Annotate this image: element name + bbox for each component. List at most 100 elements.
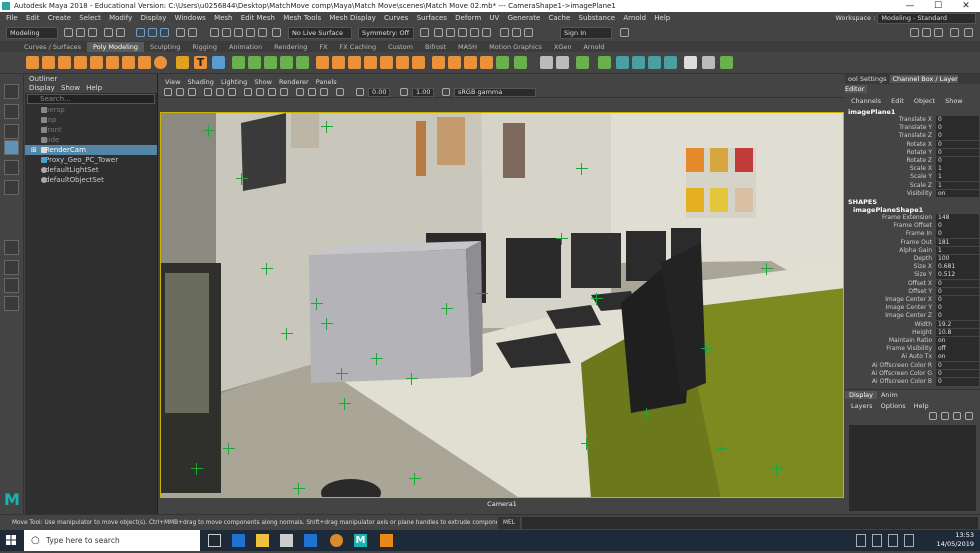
shelf-tab-xgen[interactable]: XGen xyxy=(548,42,578,52)
minimize-button[interactable]: — xyxy=(896,0,924,12)
channel-row[interactable]: Image Center Y0 xyxy=(845,304,980,312)
channel-value-field[interactable]: 0 xyxy=(936,116,979,124)
cb-menu-object[interactable]: Object xyxy=(914,97,935,105)
taskbar-clock[interactable]: 13:53 14/05/2019 xyxy=(937,531,974,549)
move-layer-down-icon[interactable] xyxy=(941,412,949,420)
menu-arnold[interactable]: Arnold xyxy=(623,12,646,24)
shelf-tab-fx-caching[interactable]: FX Caching xyxy=(334,42,383,52)
channel-row[interactable]: Ai Offscreen Color R0 xyxy=(845,362,980,370)
type-tool-icon[interactable]: T xyxy=(194,56,207,69)
channel-value-field[interactable]: 1 xyxy=(936,165,979,173)
color-management-icon[interactable] xyxy=(442,88,450,96)
snap-view-icon[interactable] xyxy=(246,28,255,37)
channel-value-field[interactable]: 0 xyxy=(936,141,979,149)
app-icon[interactable] xyxy=(330,534,343,547)
channel-value-field[interactable]: off xyxy=(936,345,979,353)
channel-row[interactable]: Depth100 xyxy=(845,255,980,263)
channel-value-field[interactable]: on xyxy=(936,337,979,345)
poly-torus-icon[interactable] xyxy=(90,56,103,69)
planar-map-icon[interactable] xyxy=(556,56,569,69)
layer-menu-options[interactable]: Options xyxy=(881,402,906,410)
unfold-icon[interactable] xyxy=(576,56,589,69)
menu-help[interactable]: Help xyxy=(654,12,670,24)
command-line-input[interactable] xyxy=(522,517,978,529)
redo-icon[interactable] xyxy=(116,28,125,37)
camera-attributes-icon[interactable] xyxy=(164,88,172,96)
resolution-gate-icon[interactable] xyxy=(228,88,236,96)
xray-icon[interactable] xyxy=(296,88,304,96)
single-pane-icon[interactable] xyxy=(4,240,19,255)
outliner-item-persp[interactable]: persp xyxy=(25,105,157,115)
shelf-tab-custom[interactable]: Custom xyxy=(382,42,419,52)
tray-people-icon[interactable] xyxy=(856,534,866,547)
menu-uv[interactable]: UV xyxy=(489,12,499,24)
menu-select[interactable]: Select xyxy=(79,12,101,24)
shelf-tab-motion-graphics[interactable]: Motion Graphics xyxy=(483,42,548,52)
channel-value-field[interactable]: 0 xyxy=(936,157,979,165)
channel-row[interactable]: Size Y0.512 xyxy=(845,271,980,279)
channel-value-field[interactable]: 0 xyxy=(936,132,979,140)
channel-row[interactable]: Height10.8 xyxy=(845,329,980,337)
bevel-icon[interactable] xyxy=(348,56,361,69)
channel-value-field[interactable]: on xyxy=(936,190,979,198)
image-plane-icon[interactable] xyxy=(188,88,196,96)
channel-value-field[interactable]: 0 xyxy=(936,312,979,320)
extrude-icon[interactable] xyxy=(316,56,329,69)
undo-icon[interactable] xyxy=(104,28,113,37)
anti-alias-icon[interactable] xyxy=(320,88,328,96)
poly-plane-icon[interactable] xyxy=(106,56,119,69)
channel-value-field[interactable]: 0 xyxy=(936,304,979,312)
taskbar-search-input[interactable]: ○ Type here to search xyxy=(24,530,200,551)
symmetry-dropdown[interactable]: Symmetry: Off xyxy=(358,27,414,39)
channel-value-field[interactable]: 0 xyxy=(936,362,979,370)
file-explorer-icon[interactable] xyxy=(256,534,269,547)
layout-uv-icon[interactable] xyxy=(632,56,645,69)
separate-icon[interactable] xyxy=(248,56,261,69)
poly-sphere-icon[interactable] xyxy=(26,56,39,69)
boolean-icon[interactable] xyxy=(280,56,293,69)
channel-value-field[interactable]: 0 xyxy=(936,124,979,132)
channel-value-field[interactable]: 1 xyxy=(936,247,979,255)
channel-row[interactable]: Frame Out181 xyxy=(845,239,980,247)
sew-uv-icon[interactable] xyxy=(616,56,629,69)
channel-row[interactable]: Scale X1 xyxy=(845,165,980,173)
menu-edit-mesh[interactable]: Edit Mesh xyxy=(241,12,275,24)
layer-menu-help[interactable]: Help xyxy=(914,402,929,410)
shelf-tab-sculpting[interactable]: Sculpting xyxy=(144,42,186,52)
outliner-item-default-object-set[interactable]: defaultObjectSet xyxy=(25,175,157,185)
hypershade-icon[interactable] xyxy=(470,28,479,37)
select-object-icon[interactable] xyxy=(148,28,157,37)
channel-row[interactable]: Maintain Ratioon xyxy=(845,337,980,345)
ambient-occlusion-icon[interactable] xyxy=(308,88,316,96)
channel-row[interactable]: Offset Y0 xyxy=(845,288,980,296)
merge-icon[interactable] xyxy=(396,56,409,69)
menu-edit[interactable]: Edit xyxy=(26,12,40,24)
poly-cube-icon[interactable] xyxy=(42,56,55,69)
network-icon[interactable] xyxy=(888,534,898,547)
shelf-tab-rigging[interactable]: Rigging xyxy=(186,42,223,52)
pick-mask-icon[interactable] xyxy=(176,28,185,37)
select-tool-icon[interactable] xyxy=(4,84,19,99)
make-live-icon[interactable] xyxy=(272,28,281,37)
outliner-item-top[interactable]: top xyxy=(25,115,157,125)
workspace-dropdown[interactable]: Modeling - Standard xyxy=(877,13,976,24)
outliner-item-side[interactable]: side xyxy=(25,135,157,145)
mail-icon[interactable] xyxy=(304,534,317,547)
grid-uv-icon[interactable] xyxy=(664,56,677,69)
channel-value-field[interactable]: 1 xyxy=(936,182,979,190)
outliner-item-proxy-geo[interactable]: Proxy_Geo_PC_Tower xyxy=(25,155,157,165)
menu-mesh-display[interactable]: Mesh Display xyxy=(329,12,375,24)
menu-deform[interactable]: Deform xyxy=(455,12,481,24)
viewport-scene[interactable] xyxy=(160,112,844,498)
film-gate-icon[interactable] xyxy=(216,88,224,96)
viewport-menu-panels[interactable]: Panels xyxy=(316,78,337,86)
task-view-icon[interactable] xyxy=(208,534,221,547)
channel-row[interactable]: Frame In0 xyxy=(845,230,980,238)
exposure-field[interactable]: 0.00 xyxy=(368,88,390,97)
render-frame-icon[interactable] xyxy=(434,28,443,37)
menu-file[interactable]: File xyxy=(6,12,18,24)
shelf-tab-mash[interactable]: MASH xyxy=(452,42,483,52)
channel-row[interactable]: Size X0.681 xyxy=(845,263,980,271)
lasso-tool-icon[interactable] xyxy=(4,104,19,119)
bridge-icon[interactable] xyxy=(332,56,345,69)
